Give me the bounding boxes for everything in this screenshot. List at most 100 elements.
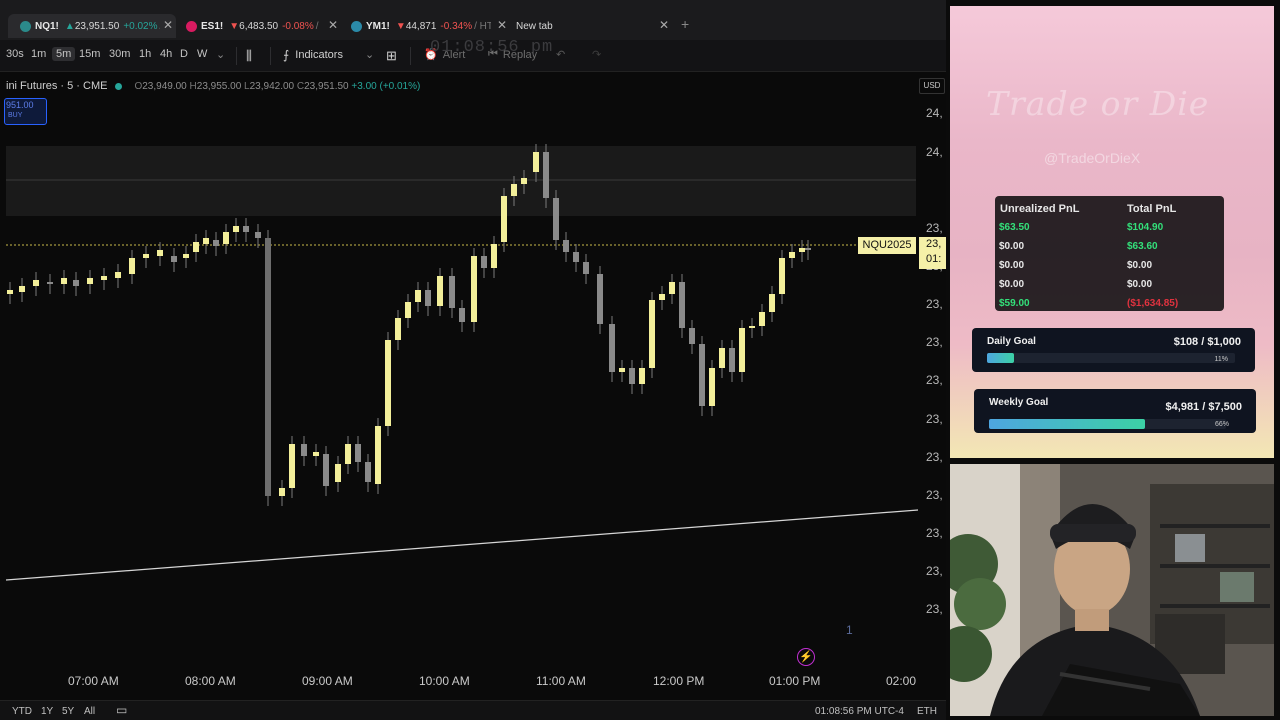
candle-body <box>193 242 199 252</box>
calendar-icon[interactable]: ▭ <box>116 703 127 717</box>
total-pnl-cell: $63.60 <box>1127 241 1158 252</box>
tab-close-icon[interactable]: ✕ <box>497 18 507 32</box>
timeframe-w[interactable]: W <box>197 48 207 60</box>
unrealized-pnl-cell: $0.00 <box>999 260 1025 271</box>
candle-body <box>659 294 665 300</box>
new-tab-plus-icon[interactable]: + <box>681 16 689 32</box>
candle-body <box>101 276 107 280</box>
unrealized-pnl-cell: $0.00 <box>999 279 1025 290</box>
supply-zone-rect <box>6 146 916 216</box>
candle-body <box>87 278 93 284</box>
range-ytd[interactable]: YTD <box>12 706 32 717</box>
range-5y[interactable]: 5Y <box>62 706 74 717</box>
candle-body <box>501 196 507 242</box>
time-axis-tick: 08:00 AM <box>185 674 236 688</box>
candle-body <box>689 328 695 344</box>
lightning-bolt-icon[interactable]: ⚡ <box>797 648 815 666</box>
tab-new[interactable]: New tab <box>516 15 636 37</box>
tab-close-icon[interactable]: ✕ <box>328 18 338 32</box>
timeframe-15m[interactable]: 15m <box>79 48 100 60</box>
tab-symbol: NQ1! <box>35 20 59 32</box>
candle-body <box>769 294 775 312</box>
range-1y[interactable]: 1Y <box>41 706 53 717</box>
range-all[interactable]: All <box>84 706 95 717</box>
weekly-goal-value: $4,981 / $7,500 <box>1165 401 1242 413</box>
unrealized-pnl-cell: $59.00 <box>999 298 1030 309</box>
candle-body <box>481 256 487 268</box>
candle-body <box>301 444 307 456</box>
layout-grid-icon[interactable]: ⊞ <box>386 48 397 64</box>
candle-body <box>385 340 391 426</box>
candle-body <box>759 312 765 326</box>
candle-body <box>255 232 261 238</box>
candle-body <box>183 254 189 258</box>
tab-arrow-icon: ▼ <box>395 20 406 32</box>
price-axis-tick: 24, <box>926 106 943 120</box>
stream-overlay-panel: Trade or Die @TradeOrDieX Unrealized PnL… <box>950 6 1274 458</box>
tab-close-icon[interactable]: ✕ <box>163 18 173 32</box>
redo-icon[interactable]: ↷ <box>592 48 601 61</box>
candle-style-icon[interactable]: ⫼ <box>246 48 252 64</box>
candle-body <box>213 240 219 246</box>
ohlc-values: O23,949.00 H23,955.00 L23,942.00 C23,951… <box>134 81 420 92</box>
tab-tail: / H <box>315 20 322 32</box>
daily-goal-percent: 11% <box>1214 356 1229 363</box>
webcam-feed <box>950 464 1274 716</box>
indicators-button[interactable]: ⨍ Indicators <box>283 48 343 62</box>
candle-body <box>425 290 431 306</box>
price-axis-tick: 23, <box>926 373 943 387</box>
candle-body <box>719 348 725 368</box>
tab-close-icon[interactable]: ✕ <box>659 18 669 32</box>
tab-es1[interactable]: ES1! ▼ 6,483.50 -0.08% / H <box>186 15 322 37</box>
daily-goal-progress-fill <box>987 353 1015 363</box>
undo-icon[interactable]: ↶ <box>556 48 565 61</box>
candle-body <box>415 290 421 302</box>
price-axis-tick: 23, <box>926 450 943 464</box>
total-pnl-cell: $0.00 <box>1127 260 1153 271</box>
symbol-title[interactable]: ini Futures · 5 · CME <box>6 80 107 92</box>
candle-body <box>609 324 615 372</box>
high-label: H <box>189 80 197 92</box>
timeframe-30m[interactable]: 30m <box>109 48 130 60</box>
tab-title: New tab <box>516 20 553 32</box>
timeframe-d[interactable]: D <box>180 48 188 60</box>
candle-body <box>375 426 381 484</box>
buy-label: BUY <box>8 112 23 119</box>
timeframe-5m[interactable]: 5m <box>52 47 76 61</box>
unrealized-pnl-cell: $0.00 <box>999 241 1025 252</box>
flag-count[interactable]: 1 <box>846 623 853 637</box>
brand-script-logo: Trade or Die <box>986 84 1210 123</box>
unrealized-pnl-cell: $63.50 <box>999 222 1030 233</box>
daily-goal-card: Daily Goal $108 / $1,000 11% <box>972 328 1255 372</box>
timeframe-4h[interactable]: 4h <box>160 48 172 60</box>
price-axis-tick: 23, <box>926 412 943 426</box>
currency-selector[interactable]: USD <box>919 78 945 94</box>
total-pnl-cell: ($1,634.85) <box>1127 298 1179 309</box>
tab-ym1[interactable]: YM1! ▼ 44,871 -0.34% / HTA <box>351 15 491 37</box>
candle-body <box>365 462 371 482</box>
footer-time[interactable]: 01:08:56 PM UTC-4 <box>815 706 904 717</box>
candle-body <box>437 276 443 306</box>
candle-body <box>143 254 149 258</box>
price-axis-tick: 23, <box>926 564 943 578</box>
tab-nq1[interactable]: NQ1! ▲ 23,951.50 +0.02% / <box>20 15 160 37</box>
indicators-chevron-down-icon[interactable]: ⌄ <box>365 48 374 61</box>
candle-body <box>115 272 121 278</box>
time-axis-tick: 12:00 PM <box>653 674 705 688</box>
timeframe-dropdown-chevron-down-icon[interactable]: ⌄ <box>216 48 225 61</box>
chart-footer: YTD 1Y 5Y All ▭ 01:08:56 PM UTC-4 ETH <box>0 700 946 720</box>
timeframe-1m[interactable]: 1m <box>31 48 46 60</box>
tab-arrow-icon: ▼ <box>229 20 240 32</box>
price-axis-tick: 23, <box>926 488 943 502</box>
buy-price: 951.00 <box>6 100 34 110</box>
candle-body <box>345 444 351 464</box>
timeframe-30s[interactable]: 30s <box>6 48 24 60</box>
candle-body <box>129 258 135 274</box>
tab-change: -0.08% <box>282 20 314 32</box>
session-selector[interactable]: ETH <box>917 706 937 717</box>
total-pnl-header: Total PnL <box>1127 203 1177 215</box>
candlestick-chart[interactable] <box>0 72 946 700</box>
candle-body <box>19 286 25 292</box>
time-axis-tick: 09:00 AM <box>302 674 353 688</box>
timeframe-1h[interactable]: 1h <box>139 48 151 60</box>
